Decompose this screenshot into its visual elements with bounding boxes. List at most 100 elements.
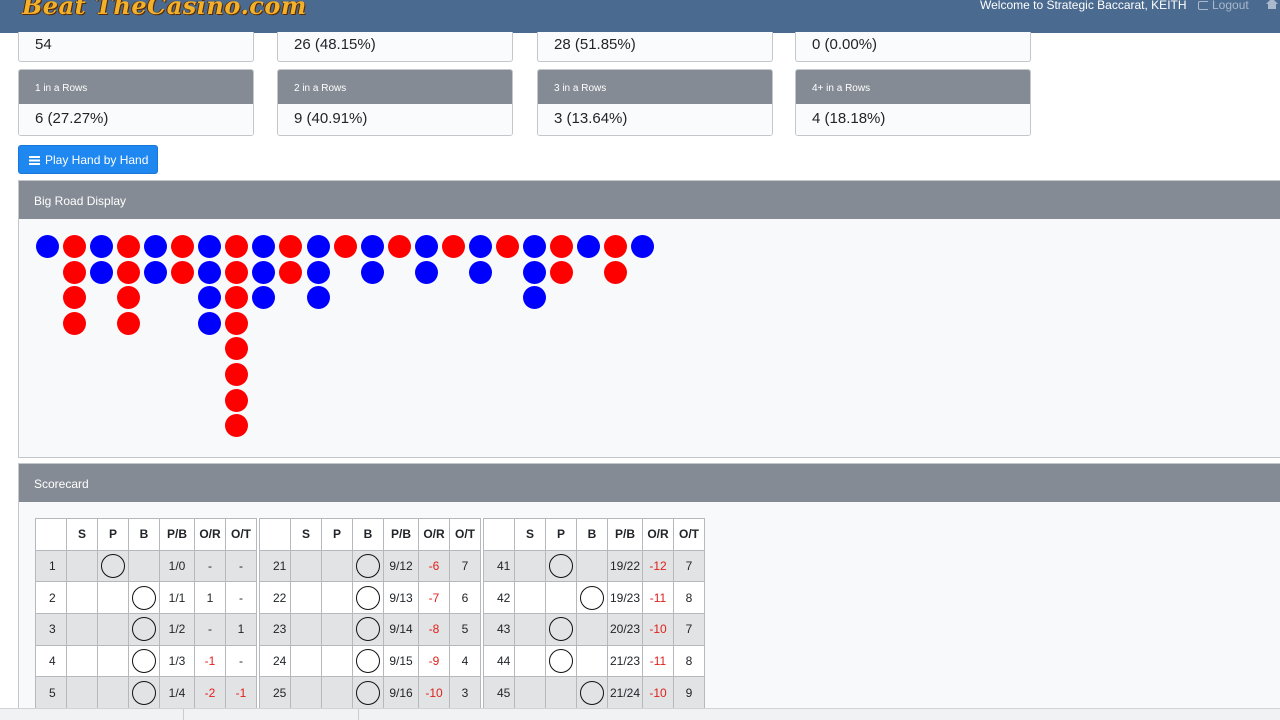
pb-count: 1/4 <box>159 676 195 710</box>
column-header <box>35 518 67 551</box>
stat-card-player: 26 (48.15%) <box>277 32 513 62</box>
banker-cell <box>352 676 384 710</box>
player-bead <box>90 260 114 284</box>
hand-marker-circle <box>580 585 604 610</box>
player-cell <box>545 581 577 615</box>
or-value: - <box>194 613 226 646</box>
home-icon[interactable] <box>1266 0 1278 9</box>
banker-cell <box>576 581 608 615</box>
stat-value: 26 (48.15%) <box>294 36 376 53</box>
stat-label: 1 in a Rows <box>19 70 253 104</box>
player-bead <box>198 260 222 284</box>
table-row: 1 1/0- -21 9/12 -6 7 41 19/22 -12 7 <box>35 549 705 583</box>
banker-bead <box>225 388 249 412</box>
banker-cell <box>576 613 608 646</box>
player-bead <box>360 235 384 258</box>
stat-card-1-in-a-row: 1 in a Rows 6 (27.27%) <box>18 69 254 136</box>
column-header: B <box>352 518 384 551</box>
pb-count: 1/3 <box>159 644 195 678</box>
hand-marker-circle <box>101 554 125 579</box>
or-value: -10 <box>642 613 674 646</box>
ot-value: 7 <box>673 549 705 583</box>
hand-marker-circle <box>132 585 156 610</box>
side-cell <box>66 676 98 710</box>
banker-bead <box>117 311 141 335</box>
player-bead <box>36 235 59 258</box>
column-header <box>259 518 291 551</box>
player-bead <box>522 260 546 284</box>
banker-cell <box>352 581 384 615</box>
hand-number: 45 <box>483 676 515 710</box>
banker-bead <box>549 235 573 258</box>
banker-bead <box>549 260 573 284</box>
ot-value: 6 <box>449 581 481 615</box>
ot-value: 7 <box>673 613 705 646</box>
side-cell <box>66 549 98 583</box>
banker-cell <box>128 549 160 583</box>
column-header <box>483 518 515 551</box>
player-bead <box>198 311 222 335</box>
banker-bead <box>604 260 628 284</box>
column-header: O/T <box>225 518 257 551</box>
column-header: O/R <box>642 518 674 551</box>
hand-marker-circle <box>549 617 573 642</box>
side-cell <box>290 581 322 615</box>
column-header: S <box>290 518 322 551</box>
pb-count: 20/23 <box>607 613 643 646</box>
stat-card-2-in-a-row: 2 in a Rows 9 (40.91%) <box>277 69 513 136</box>
hand-marker-circle <box>356 617 380 642</box>
hand-marker-circle <box>549 649 573 674</box>
hand-number: 4 <box>35 644 67 678</box>
player-bead <box>414 235 438 258</box>
list-icon <box>29 156 40 165</box>
side-cell <box>514 644 546 678</box>
banker-bead <box>387 235 411 258</box>
player-cell <box>545 549 577 583</box>
banker-cell <box>576 549 608 583</box>
hand-marker-circle <box>580 680 604 705</box>
banker-bead <box>333 235 357 258</box>
stat-label: 3 in a Rows <box>538 70 772 104</box>
pb-count: 19/23 <box>607 581 643 615</box>
banker-cell <box>128 644 160 678</box>
hand-marker-circle <box>132 649 156 674</box>
player-cell <box>97 613 129 646</box>
player-bead <box>414 260 438 284</box>
brand-logo[interactable]: Beat TheCasino.com <box>22 0 307 20</box>
pb-count: 1/1 <box>159 581 195 615</box>
player-cell <box>97 549 129 583</box>
column-header: O/T <box>673 518 705 551</box>
banker-bead <box>604 235 628 258</box>
hand-number: 41 <box>483 549 515 583</box>
ot-value: - <box>225 549 257 583</box>
hand-marker-circle <box>549 554 573 579</box>
hand-number: 21 <box>259 549 291 583</box>
banker-cell <box>576 676 608 710</box>
table-row: 5 1/4 -2 -1 25 9/16 -10 3 45 21/24 -10 9 <box>35 676 705 710</box>
side-cell <box>514 676 546 710</box>
banker-cell <box>352 549 384 583</box>
ot-value: 8 <box>673 644 705 678</box>
pb-count: 19/22 <box>607 549 643 583</box>
hand-number: 24 <box>259 644 291 678</box>
ot-value: 1 <box>225 613 257 646</box>
player-bead <box>144 260 168 284</box>
hand-marker-circle <box>356 680 380 705</box>
player-bead <box>522 235 546 258</box>
pb-count: 9/14 <box>383 613 419 646</box>
pb-count: 9/16 <box>383 676 419 710</box>
side-cell <box>66 613 98 646</box>
banker-bead <box>63 235 87 258</box>
player-cell <box>321 549 353 583</box>
play-hand-by-hand-button[interactable]: Play Hand by Hand <box>18 145 158 174</box>
side-cell <box>290 676 322 710</box>
banker-bead <box>495 235 519 258</box>
scorecard-header-row: S P B P/B O/R O/T S P B P/B O/R O/T S P B P/B O/R O/T <box>35 518 705 551</box>
or-value: - <box>194 549 226 583</box>
column-header: P/B <box>383 518 419 551</box>
logout-link[interactable]: Logout <box>1198 0 1249 12</box>
stat-value: 0 (0.00%) <box>812 36 878 53</box>
column-header: P <box>545 518 577 551</box>
ot-value: - <box>225 644 257 678</box>
banker-cell <box>352 644 384 678</box>
